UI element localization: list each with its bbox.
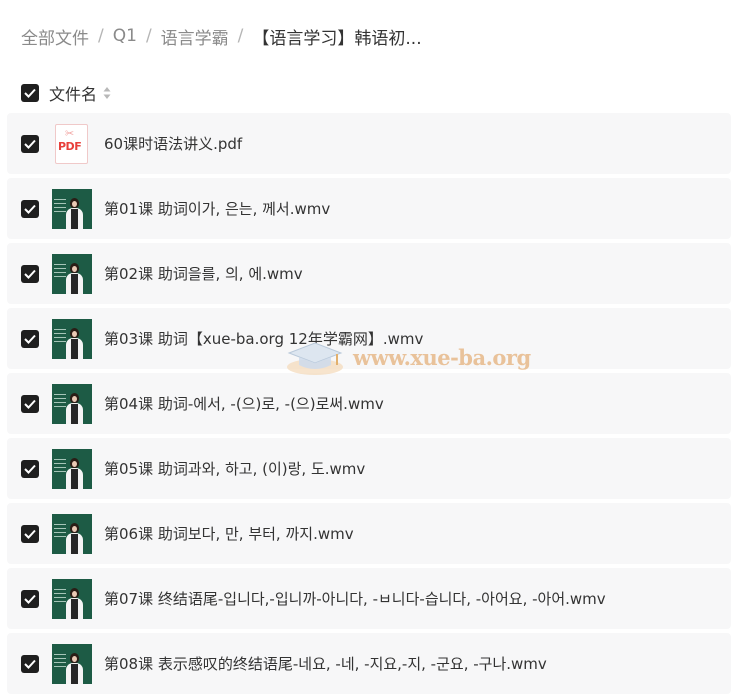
file-name[interactable]: 第05课 助词과와, 하고, (이)랑, 도.wmv bbox=[104, 458, 365, 479]
breadcrumb: 全部文件 / Q1 / 语言学霸 / 【语言学习】韩语初... bbox=[21, 22, 422, 50]
pdf-file-icon: ✂ PDF bbox=[52, 123, 92, 164]
file-checkbox[interactable] bbox=[21, 264, 39, 283]
file-row[interactable]: ✂ PDF 60课时语法讲义.pdf bbox=[7, 113, 731, 174]
file-row[interactable]: 第03课 助词【xue-ba.org 12年学霸网】.wmv bbox=[7, 308, 731, 369]
file-row[interactable]: 第01课 助词이가, 은는, 께서.wmv bbox=[7, 178, 731, 239]
video-thumbnail bbox=[52, 188, 92, 229]
breadcrumb-language-folder[interactable]: 语言学霸 bbox=[161, 24, 229, 49]
file-row[interactable]: 第02课 助词을를, 의, 에.wmv bbox=[7, 243, 731, 304]
file-row[interactable]: 第04课 助词-에서, -(으)로, -(으)로써.wmv bbox=[7, 373, 731, 434]
file-checkbox[interactable] bbox=[21, 134, 39, 153]
file-checkbox[interactable] bbox=[21, 654, 39, 673]
video-thumbnail bbox=[52, 383, 92, 424]
check-icon bbox=[24, 659, 36, 669]
select-all-checkbox[interactable] bbox=[21, 84, 39, 102]
file-checkbox[interactable] bbox=[21, 394, 39, 413]
file-row[interactable]: 第06课 助词보다, 만, 부터, 까지.wmv bbox=[7, 503, 731, 564]
file-name[interactable]: 第02课 助词을를, 의, 에.wmv bbox=[104, 263, 303, 284]
check-icon bbox=[24, 334, 36, 344]
check-icon bbox=[24, 88, 36, 98]
file-checkbox[interactable] bbox=[21, 459, 39, 478]
check-icon bbox=[24, 204, 36, 214]
file-name[interactable]: 第04课 助词-에서, -(으)로, -(으)로써.wmv bbox=[104, 393, 384, 414]
check-icon bbox=[24, 529, 36, 539]
check-icon bbox=[24, 399, 36, 409]
breadcrumb-separator: / bbox=[237, 26, 244, 46]
check-icon bbox=[24, 464, 36, 474]
file-name[interactable]: 第01课 助词이가, 은는, 께서.wmv bbox=[104, 198, 330, 219]
breadcrumb-q1[interactable]: Q1 bbox=[113, 26, 137, 46]
file-name[interactable]: 第03课 助词【xue-ba.org 12年学霸网】.wmv bbox=[104, 328, 423, 349]
breadcrumb-current-folder: 【语言学习】韩语初... bbox=[252, 28, 422, 49]
check-icon bbox=[24, 594, 36, 604]
video-thumbnail bbox=[52, 253, 92, 294]
file-row[interactable]: 第08课 表示感叹的终结语尾-네요, -네, -지요,-지, -군요, -구나.… bbox=[7, 633, 731, 694]
video-thumbnail bbox=[52, 513, 92, 554]
file-checkbox[interactable] bbox=[21, 589, 39, 608]
acrobat-glyph-icon: ✂ bbox=[65, 126, 75, 140]
file-name[interactable]: 60课时语法讲义.pdf bbox=[104, 133, 242, 154]
file-checkbox[interactable] bbox=[21, 199, 39, 218]
file-checkbox[interactable] bbox=[21, 524, 39, 543]
video-thumbnail bbox=[52, 448, 92, 489]
file-name[interactable]: 第07课 终结语尾-입니다,-입니까-아니다, -ㅂ니다-습니다, -아어요, … bbox=[104, 588, 606, 609]
sort-icon[interactable] bbox=[103, 86, 111, 100]
breadcrumb-all-files[interactable]: 全部文件 bbox=[21, 24, 89, 49]
file-checkbox[interactable] bbox=[21, 329, 39, 348]
file-name[interactable]: 第06课 助词보다, 만, 부터, 까지.wmv bbox=[104, 523, 354, 544]
file-name[interactable]: 第08课 表示感叹的终结语尾-네요, -네, -지요,-지, -군요, -구나.… bbox=[104, 653, 547, 674]
file-row[interactable]: 第05课 助词과와, 하고, (이)랑, 도.wmv bbox=[7, 438, 731, 499]
video-thumbnail bbox=[52, 318, 92, 359]
filename-column-header[interactable]: 文件名 bbox=[49, 81, 97, 105]
file-list-header: 文件名 bbox=[21, 80, 111, 106]
video-thumbnail bbox=[52, 578, 92, 619]
file-list: ✂ PDF 60课时语法讲义.pdf 第01课 助词이가, 은는, 께서.wmv 第02… bbox=[7, 113, 731, 698]
video-thumbnail bbox=[52, 643, 92, 684]
breadcrumb-separator: / bbox=[98, 26, 104, 46]
check-icon bbox=[24, 269, 36, 279]
check-icon bbox=[24, 139, 36, 149]
pdf-icon-label: PDF bbox=[58, 139, 82, 153]
breadcrumb-separator: / bbox=[145, 26, 152, 46]
file-row[interactable]: 第07课 终结语尾-입니다,-입니까-아니다, -ㅂ니다-습니다, -아어요, … bbox=[7, 568, 731, 629]
